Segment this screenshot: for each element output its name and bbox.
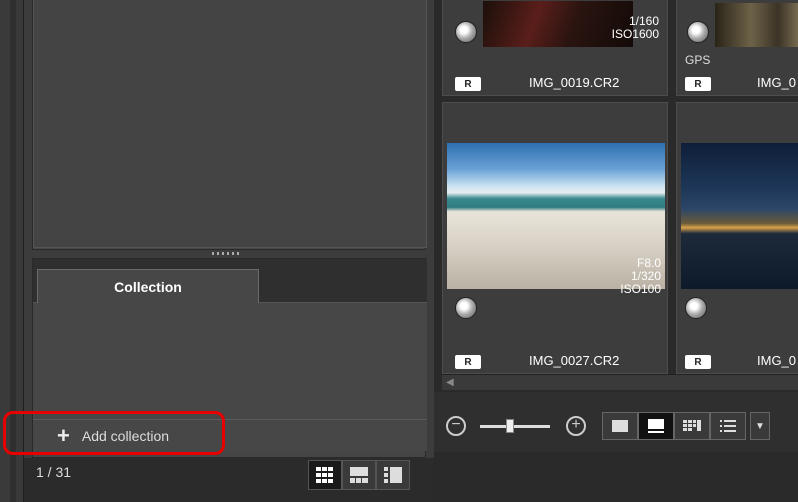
list-icon bbox=[720, 420, 736, 432]
add-collection-label: Add collection bbox=[81, 428, 170, 444]
exif-info: F8.0 1/320 ISO100 bbox=[583, 257, 661, 296]
large-thumbnail-icon bbox=[612, 420, 628, 432]
thumbnail-info-icon bbox=[648, 419, 664, 433]
upper-pane bbox=[32, 0, 427, 250]
thumbnail-area: 1/160 ISO1600 R IMG_0019.CR2 GPS R IMG_0… bbox=[434, 0, 798, 502]
dial-icon bbox=[687, 21, 709, 43]
exif-iso: ISO100 bbox=[620, 282, 661, 296]
splitter-grip-icon[interactable] bbox=[212, 252, 242, 255]
tab-collection[interactable]: Collection bbox=[37, 269, 259, 303]
chevron-down-icon[interactable]: ▼ bbox=[750, 412, 770, 440]
thumbnail-card[interactable]: F8.0 1/320 ISO100 R IMG_0027.CR2 bbox=[442, 102, 668, 374]
grid-icon bbox=[316, 467, 333, 483]
side-layout-button[interactable] bbox=[376, 460, 410, 490]
gps-label: GPS bbox=[685, 53, 711, 67]
side-layout-icon bbox=[384, 467, 402, 483]
display-mode-buttons: ▼ bbox=[602, 412, 770, 440]
collection-panel: Collection + Add collection bbox=[32, 258, 427, 458]
collection-list bbox=[33, 303, 427, 421]
add-collection-row: + Add collection bbox=[33, 419, 427, 451]
left-panel: Collection + Add collection bbox=[24, 0, 434, 458]
list-view-button[interactable] bbox=[710, 412, 746, 440]
collection-tab-bar: Collection bbox=[33, 259, 427, 303]
thumbnail-filename: IMG_0 bbox=[757, 353, 797, 368]
thumbnail-filename: IMG_0 bbox=[757, 75, 797, 90]
dial-icon bbox=[455, 297, 477, 319]
small-thumbnail-button[interactable] bbox=[674, 412, 710, 440]
thumbnail-toolbar: − + ▼ bbox=[434, 392, 798, 452]
thumbnail-with-info-button[interactable] bbox=[638, 412, 674, 440]
status-bar: 1 / 31 bbox=[24, 458, 434, 502]
filmstrip-layout-button[interactable] bbox=[342, 460, 376, 490]
page-count: 1 / 31 bbox=[36, 464, 72, 480]
thumbnail-image bbox=[715, 3, 798, 47]
add-collection-button[interactable]: + Add collection bbox=[37, 422, 227, 450]
plus-icon: + bbox=[57, 423, 70, 448]
grid-layout-button[interactable] bbox=[308, 460, 342, 490]
scroll-left-icon[interactable]: ◀ bbox=[446, 377, 454, 388]
raw-badge: R bbox=[685, 77, 711, 91]
layout-view-buttons bbox=[308, 460, 410, 490]
pane-splitter[interactable] bbox=[32, 250, 426, 258]
thumbnail-card[interactable]: 1/160 ISO1600 R IMG_0019.CR2 bbox=[442, 0, 668, 96]
horizontal-scrollbar[interactable]: ◀ bbox=[442, 374, 798, 390]
thumbnail-image bbox=[681, 143, 798, 289]
thumbnail-card[interactable]: R IMG_0 bbox=[676, 102, 798, 374]
raw-badge: R bbox=[455, 355, 481, 369]
raw-badge: R bbox=[685, 355, 711, 369]
thumbnail-filename: IMG_0027.CR2 bbox=[529, 353, 620, 368]
small-grid-icon bbox=[683, 420, 701, 431]
large-thumbnail-button[interactable] bbox=[602, 412, 638, 440]
thumbnail-card[interactable]: GPS R IMG_0 bbox=[676, 0, 798, 96]
exif-iso: ISO1600 bbox=[611, 27, 659, 41]
zoom-slider[interactable] bbox=[480, 425, 550, 428]
zoom-out-icon[interactable]: − bbox=[446, 416, 466, 436]
raw-badge: R bbox=[455, 77, 481, 91]
dial-icon bbox=[455, 21, 477, 43]
exif-info: 1/160 ISO1600 bbox=[593, 15, 659, 41]
thumbnail-filename: IMG_0019.CR2 bbox=[529, 75, 620, 90]
filmstrip-icon bbox=[350, 467, 368, 483]
zoom-slider-thumb[interactable] bbox=[506, 419, 514, 433]
dial-icon bbox=[685, 297, 707, 319]
zoom-in-icon[interactable]: + bbox=[566, 416, 586, 436]
upper-pane-inner bbox=[33, 0, 427, 248]
left-edge-rail bbox=[10, 0, 16, 502]
left-edge-strip bbox=[0, 0, 24, 502]
